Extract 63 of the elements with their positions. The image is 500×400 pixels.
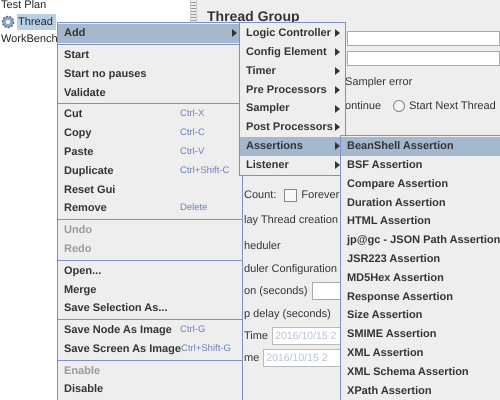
shortcut-label: Ctrl+Shift-G <box>181 342 231 356</box>
checkbox[interactable] <box>284 188 298 202</box>
splitter-handle[interactable] <box>190 0 197 22</box>
radio-label: Start Next Thread <box>409 99 496 113</box>
menu-item[interactable]: XPath Assertion <box>341 381 500 400</box>
menu-item[interactable]: Compare Assertion <box>341 174 500 194</box>
menu-item[interactable]: Add <box>58 24 242 43</box>
tree-item[interactable]: WorkBench <box>0 30 59 46</box>
menu-item[interactable]: Size Assertion <box>341 306 500 325</box>
radio-label: ontinue <box>345 99 382 113</box>
menu-item[interactable]: Open... <box>58 262 242 280</box>
menu-item[interactable]: Logic Controller <box>240 24 345 43</box>
menu-item[interactable]: BeanShell Assertion <box>341 137 500 156</box>
menu-item[interactable]: Start <box>58 46 242 65</box>
text-field[interactable] <box>347 51 500 66</box>
field-label: me <box>244 351 260 365</box>
field-label: duler Configuration <box>244 262 337 276</box>
text-field[interactable] <box>312 282 342 300</box>
menu-item[interactable]: Post Processors <box>240 118 345 137</box>
shortcut-label: Ctrl-V <box>180 145 204 160</box>
menu-item[interactable]: MD5Hex Assertion <box>341 268 500 288</box>
menu-item[interactable]: Timer <box>240 62 345 80</box>
tree-item[interactable]: Thread <box>17 14 56 30</box>
menu-item[interactable]: Save Selection As... <box>58 299 242 318</box>
menu-item[interactable]: XML Schema Assertion <box>341 362 500 382</box>
menu-item[interactable]: Copy Ctrl-C <box>58 124 242 143</box>
shortcut-label: Ctrl-X <box>180 107 204 122</box>
field-label: on (seconds) <box>244 284 308 298</box>
menu-item[interactable]: Cut Ctrl-X <box>58 105 242 124</box>
field-label: p delay (seconds) <box>244 307 331 321</box>
field-label: Time <box>244 329 268 343</box>
menu-item[interactable]: SMIME Assertion <box>341 324 500 344</box>
shortcut-label: Ctrl+Shift-C <box>180 164 230 178</box>
menu-item[interactable]: Pre Processors <box>240 80 345 100</box>
checkbox-label: Forever <box>301 188 340 202</box>
menu-item[interactable]: Duration Assertion <box>341 193 500 212</box>
shortcut-label: Delete <box>180 201 208 216</box>
shortcut-label: Ctrl-G <box>180 323 206 338</box>
menu-item[interactable]: jp@gc - JSON Path Assertion <box>341 230 500 250</box>
menu-item[interactable]: Response Assertion <box>341 287 500 306</box>
menu-item[interactable]: Start no pauses <box>58 64 242 84</box>
menu-item[interactable]: Save Screen As ImageCtrl+Shift-G <box>58 340 242 359</box>
menu-item[interactable]: XML Assertion <box>341 344 500 363</box>
menu-item[interactable]: Remove Delete <box>58 199 242 218</box>
menu-item[interactable]: Validate <box>58 83 242 102</box>
menu-item[interactable]: HTML Assertion <box>341 212 500 231</box>
group-legend: Sampler error <box>345 75 412 89</box>
field-label: heduler <box>244 239 281 253</box>
menu-item[interactable]: Merge <box>58 280 242 300</box>
menu-item[interactable]: Config Element <box>240 42 345 62</box>
menu-item[interactable]: Reset Gui <box>58 180 242 200</box>
menu-item[interactable]: JSR223 Assertion <box>341 250 500 269</box>
shortcut-label: Ctrl-C <box>180 126 205 140</box>
text-field[interactable] <box>347 31 500 46</box>
menu-item[interactable]: Sampler <box>240 99 345 118</box>
field-label: lay Thread creation <box>244 213 338 227</box>
menu-item[interactable]: Disable <box>58 380 242 400</box>
panel-title: Thread Group <box>207 7 300 25</box>
field-label: Count: <box>244 188 276 202</box>
radio-button[interactable] <box>393 100 406 112</box>
menu-item[interactable]: Duplicate Ctrl+Shift-C <box>58 162 242 180</box>
menu-item[interactable]: Save Node As Image Ctrl-G <box>58 320 242 340</box>
menu-item[interactable]: Paste Ctrl-V <box>58 142 242 162</box>
